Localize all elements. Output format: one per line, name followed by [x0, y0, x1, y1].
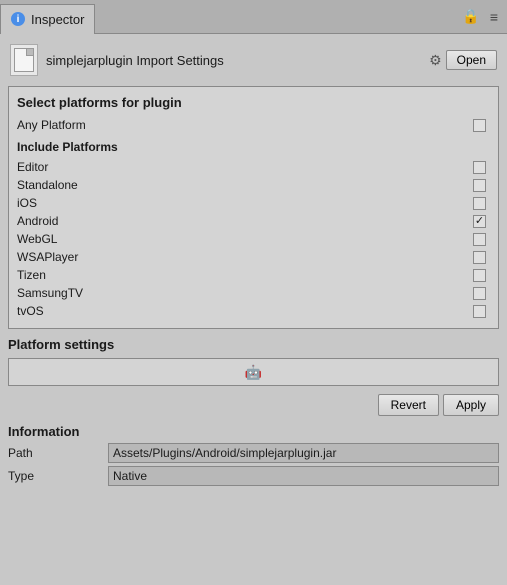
- platform-checkbox-editor[interactable]: [473, 161, 486, 174]
- platform-settings-title: Platform settings: [8, 337, 499, 352]
- main-content: simplejarplugin Import Settings ⚙ Open S…: [0, 34, 507, 496]
- action-buttons: Revert Apply: [8, 394, 499, 416]
- platform-checkbox-android[interactable]: ✓: [473, 215, 486, 228]
- platform-checkbox-webgl[interactable]: [473, 233, 486, 246]
- file-icon-inner: [14, 48, 34, 72]
- file-header-right: ⚙ Open: [429, 50, 497, 70]
- info-value: Assets/Plugins/Android/simplejarplugin.j…: [108, 443, 499, 463]
- platforms-section-title: Select platforms for plugin: [17, 95, 490, 110]
- file-info: simplejarplugin Import Settings: [10, 44, 224, 76]
- include-platforms-title: Include Platforms: [17, 140, 490, 154]
- platform-row: iOS: [17, 194, 490, 212]
- platform-label: Standalone: [17, 178, 78, 192]
- revert-button[interactable]: Revert: [378, 394, 439, 416]
- platforms-section: Select platforms for plugin Any Platform…: [8, 86, 499, 329]
- platform-row: Tizen: [17, 266, 490, 284]
- gear-icon-button[interactable]: ⚙: [429, 52, 442, 69]
- platform-row: Editor: [17, 158, 490, 176]
- platform-checkbox-tizen[interactable]: [473, 269, 486, 282]
- platform-checkbox-wsaplayer[interactable]: [473, 251, 486, 264]
- platform-row: WebGL: [17, 230, 490, 248]
- platform-row: Android ✓: [17, 212, 490, 230]
- platform-settings-bar: 🤖: [8, 358, 499, 386]
- platform-row: tvOS: [17, 302, 490, 320]
- information-section: Information PathAssets/Plugins/Android/s…: [8, 424, 499, 486]
- platform-label: tvOS: [17, 304, 44, 318]
- platform-label: Editor: [17, 160, 48, 174]
- checkmark-icon: ✓: [475, 216, 484, 227]
- file-name: simplejarplugin Import Settings: [46, 53, 224, 68]
- file-header: simplejarplugin Import Settings ⚙ Open: [8, 40, 499, 80]
- info-rows: PathAssets/Plugins/Android/simplejarplug…: [8, 443, 499, 486]
- info-row: PathAssets/Plugins/Android/simplejarplug…: [8, 443, 499, 463]
- inspector-info-icon: i: [11, 12, 25, 26]
- platform-checkbox-ios[interactable]: [473, 197, 486, 210]
- title-bar: i Inspector 🔒 ≡: [0, 0, 507, 34]
- platform-label: Tizen: [17, 268, 46, 282]
- file-icon: [10, 44, 38, 76]
- any-platform-checkbox[interactable]: [473, 119, 486, 132]
- any-platform-row: Any Platform: [17, 116, 490, 134]
- platform-label: WSAPlayer: [17, 250, 78, 264]
- platform-checkbox-tvos[interactable]: [473, 305, 486, 318]
- inspector-tab-label: Inspector: [31, 12, 84, 27]
- platform-list: Editor Standalone iOS Android ✓ WebGL WSAPlaye…: [17, 158, 490, 320]
- platform-label: SamsungTV: [17, 286, 83, 300]
- platform-row: WSAPlayer: [17, 248, 490, 266]
- apply-button[interactable]: Apply: [443, 394, 499, 416]
- inspector-tab[interactable]: i Inspector: [0, 4, 95, 34]
- lock-icon-button[interactable]: 🔒: [459, 6, 482, 27]
- platform-label: iOS: [17, 196, 37, 210]
- platform-row: Standalone: [17, 176, 490, 194]
- information-title: Information: [8, 424, 499, 439]
- platform-row: SamsungTV: [17, 284, 490, 302]
- platform-label: WebGL: [17, 232, 57, 246]
- platform-settings-section: Platform settings 🤖: [8, 337, 499, 386]
- any-platform-label: Any Platform: [17, 118, 86, 132]
- platform-checkbox-standalone[interactable]: [473, 179, 486, 192]
- title-bar-actions: 🔒 ≡: [459, 6, 507, 27]
- menu-icon-button[interactable]: ≡: [487, 7, 501, 27]
- info-key: Path: [8, 446, 108, 460]
- info-row: TypeNative: [8, 466, 499, 486]
- platform-checkbox-samsungtv[interactable]: [473, 287, 486, 300]
- platform-label: Android: [17, 214, 58, 228]
- open-button[interactable]: Open: [446, 50, 497, 70]
- android-icon: 🤖: [245, 364, 262, 381]
- info-key: Type: [8, 469, 108, 483]
- info-value: Native: [108, 466, 499, 486]
